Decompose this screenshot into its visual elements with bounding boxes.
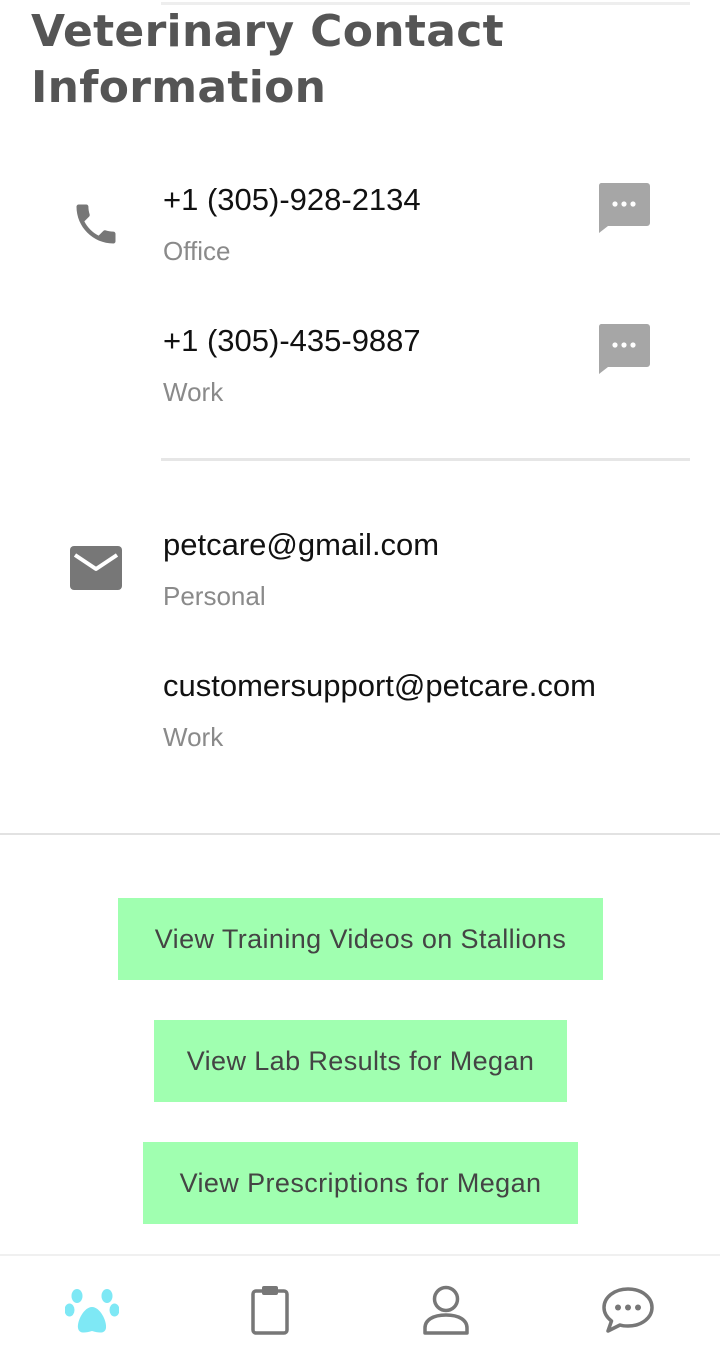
phone-number-office[interactable]: +1 (305)-928-2134 [163,182,421,218]
email-label-personal: Personal [163,581,266,611]
message-icon[interactable] [598,183,650,233]
person-icon [422,1284,470,1341]
phone-icon [70,198,122,250]
clipboard-icon [250,1284,290,1341]
message-icon[interactable] [598,324,650,374]
mail-icon [70,546,122,590]
phone-number-work[interactable]: +1 (305)-435-9887 [163,323,421,359]
tab-pets[interactable] [2,1256,182,1368]
tab-profile[interactable] [356,1256,536,1368]
section-divider [0,833,720,835]
view-training-videos-button[interactable]: View Training Videos on Stallions [118,898,603,980]
paw-icon [64,1285,120,1340]
email-address-personal[interactable]: petcare@gmail.com [163,527,439,563]
tab-messages[interactable] [538,1256,718,1368]
view-prescriptions-button[interactable]: View Prescriptions for Megan [143,1142,578,1224]
view-lab-results-button[interactable]: View Lab Results for Megan [154,1020,567,1102]
page-title: Veterinary Contact Information [31,6,504,113]
tab-records[interactable] [180,1256,360,1368]
bottom-tab-bar [0,1254,720,1368]
phone-label-office: Office [163,236,231,266]
email-label-work: Work [163,722,224,752]
contact-divider [161,458,690,461]
phone-label-work: Work [163,377,224,407]
chat-bubble-icon [601,1286,655,1339]
email-address-work[interactable]: customersupport@petcare.com [163,668,596,704]
